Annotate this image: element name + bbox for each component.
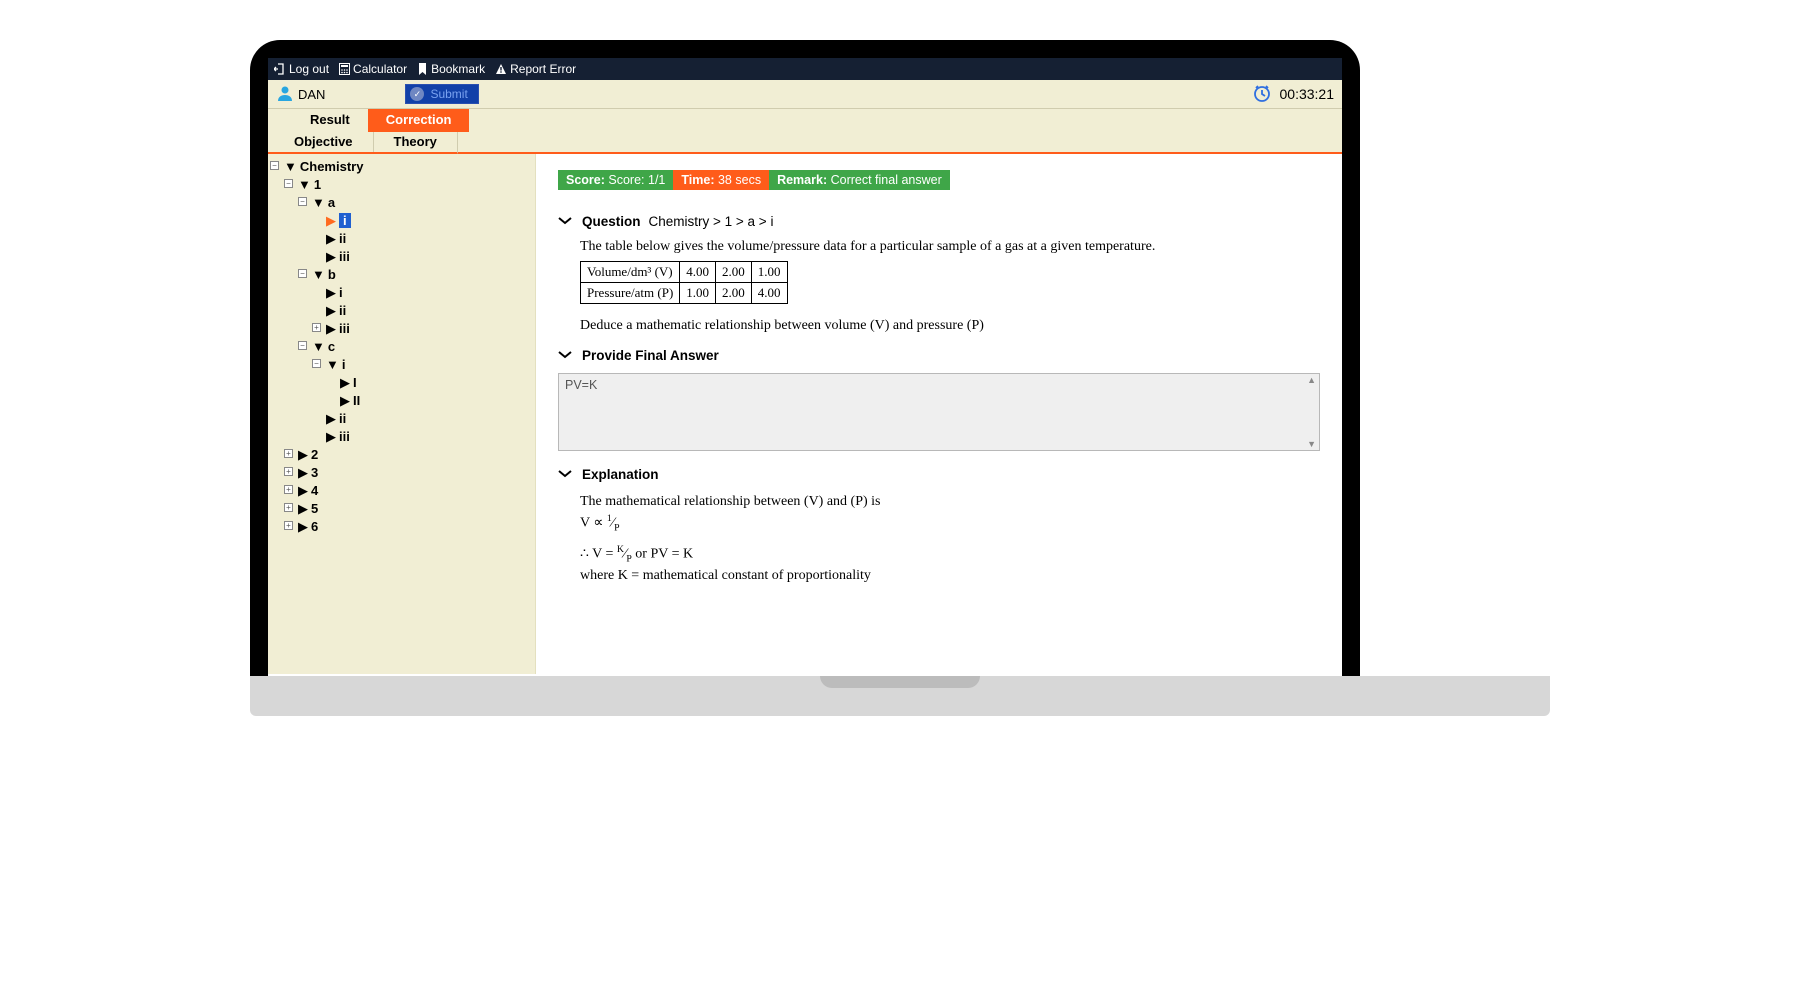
tree-q1-c-i-2[interactable]: ▶II [326,392,533,410]
score-bar: Score: Score: 1/1Time: 38 secsRemark: Co… [558,170,950,190]
tree-q2[interactable]: +▶2 [284,446,533,464]
tab-correction[interactable]: Correction [368,109,470,132]
submit-button[interactable]: ✓ Submit [405,84,478,104]
bookmark-label: Bookmark [431,62,485,76]
question-header[interactable]: Question Chemistry > 1 > a > i [558,214,1320,229]
tree-q1-b[interactable]: −▼b ▶i ▶ii +▶iii [298,266,533,338]
tree-q5[interactable]: +▶5 [284,500,533,518]
secondary-tabs: Objective Theory [268,132,1342,154]
tree-q1-c-iii[interactable]: ▶iii [312,428,533,446]
tree-q1-a-i[interactable]: ▶i [312,212,533,230]
logout-icon [274,63,286,75]
data-table: Volume/dm³ (V) 4.00 2.00 1.00 Pressure/a… [580,261,788,304]
laptop-notch [820,676,980,688]
question-heading-label: Question [582,214,641,229]
tree-q1[interactable]: −▼1 −▼a ▶i ▶ii ▶iii [284,176,533,446]
tab-result[interactable]: Result [292,109,368,132]
primary-tabs: Result Correction [268,108,1342,132]
question-instruction: Deduce a mathematic relationship between… [580,318,1320,334]
tree-q1-b-iii[interactable]: +▶iii [312,320,533,338]
tree-q6[interactable]: +▶6 [284,518,533,536]
tree-q1-c[interactable]: −▼c −▼i ▶I ▶II [298,338,533,446]
logout-link[interactable]: Log out [274,62,329,76]
tree-q1-a-iii[interactable]: ▶iii [312,248,533,266]
explanation-body: The mathematical relationship between (V… [580,492,1320,586]
tree-subject[interactable]: −▼Chemistry −▼1 −▼a ▶i ▶ii ▶iii [270,158,533,536]
bookmark-link[interactable]: Bookmark [417,62,485,76]
question-breadcrumb: Chemistry > 1 > a > i [649,214,774,229]
tree-q1-a-ii[interactable]: ▶ii [312,230,533,248]
laptop-base [250,676,1550,716]
laptop-frame: Log out Calculator Bookmark Report Error [250,40,1360,678]
warning-icon [495,63,507,75]
report-error-label: Report Error [510,62,576,76]
report-error-link[interactable]: Report Error [495,62,576,76]
tree-q1-b-ii[interactable]: ▶ii [312,302,533,320]
app-screen: Log out Calculator Bookmark Report Error [268,58,1342,678]
tree-q3[interactable]: +▶3 [284,464,533,482]
user-icon [276,84,294,105]
calculator-link[interactable]: Calculator [339,62,407,76]
tree-q1-a[interactable]: −▼a ▶i ▶ii ▶iii [298,194,533,266]
calculator-icon [339,63,350,75]
explanation-heading-label: Explanation [582,467,659,482]
bookmark-icon [417,63,428,75]
tab-objective[interactable]: Objective [274,132,374,152]
chevron-down-icon [558,214,572,229]
tree-q4[interactable]: +▶4 [284,482,533,500]
tree-q1-c-i[interactable]: −▼i ▶I ▶II [312,356,533,410]
tree-q1-c-ii[interactable]: ▶ii [312,410,533,428]
submit-label: Submit [430,87,467,101]
answer-textarea[interactable]: PV=K [558,373,1320,451]
answer-header[interactable]: Provide Final Answer [558,348,1320,363]
question-tree: −▼Chemistry −▼1 −▼a ▶i ▶ii ▶iii [268,154,536,674]
tab-theory[interactable]: Theory [374,132,458,154]
tree-q1-c-i-1[interactable]: ▶I [326,374,533,392]
clock-icon [1252,83,1272,106]
calculator-label: Calculator [353,62,407,76]
logout-label: Log out [289,62,329,76]
answer-value: PV=K [565,378,597,392]
content-pane: Score: Score: 1/1Time: 38 secsRemark: Co… [536,154,1342,674]
question-intro: The table below gives the volume/pressur… [580,239,1320,255]
timer-value: 00:33:21 [1280,86,1335,102]
top-toolbar: Log out Calculator Bookmark Report Error [268,58,1342,80]
chevron-down-icon [558,467,572,482]
tree-q1-b-i[interactable]: ▶i [312,284,533,302]
user-bar: DAN ✓ Submit 00:33:21 [268,80,1342,108]
scroll-up-icon[interactable]: ▲ [1307,375,1316,385]
scroll-down-icon[interactable]: ▼ [1307,439,1316,449]
explanation-header[interactable]: Explanation [558,467,1320,482]
username-label: DAN [298,87,325,102]
chevron-down-icon [558,348,572,363]
answer-heading-label: Provide Final Answer [582,348,719,363]
check-icon: ✓ [410,87,424,101]
